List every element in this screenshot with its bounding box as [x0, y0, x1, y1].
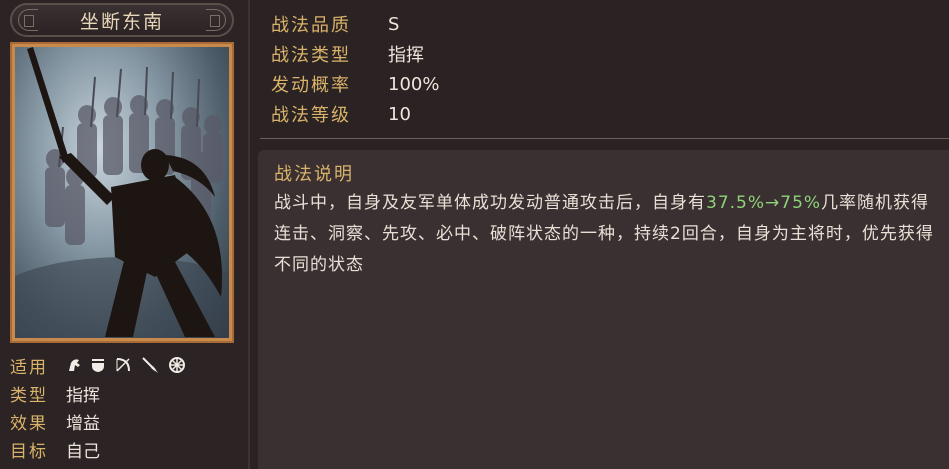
spear-icon: [142, 357, 158, 373]
skill-description-box: 战法说明 战斗中，自身及友军单体成功发动普通攻击后，自身有37.5%→75%几率…: [258, 150, 949, 469]
skill-name: 坐断东南: [79, 10, 164, 33]
category-label: 战法类型: [271, 45, 351, 66]
skill-quality-row: 战法品质 S: [271, 10, 399, 38]
skill-category-row: 战法类型 指挥: [271, 40, 424, 68]
warrior-silhouette-illustration: [15, 47, 229, 338]
effect-label: 效果: [10, 413, 48, 434]
siege-wheel-icon: [169, 357, 185, 373]
skill-card-art: [10, 42, 234, 343]
trigger-rate-row: 发动概率 100%: [271, 70, 439, 98]
section-divider: [260, 138, 949, 139]
type-label: 类型: [10, 385, 48, 406]
skill-type-row: 类型 指挥: [10, 380, 100, 406]
description-text-before: 战斗中，自身及友军单体成功发动普通攻击后，自身有: [274, 193, 706, 213]
applicable-label: 适用: [10, 357, 48, 378]
quality-label: 战法品质: [271, 15, 351, 36]
plate-ornament-left: [18, 9, 38, 31]
trigger-rate-label: 发动概率: [271, 75, 351, 96]
skill-effect-row: 效果 增益: [10, 408, 100, 434]
skill-level-row: 战法等级 10: [271, 100, 411, 128]
card-illustration: [15, 47, 229, 338]
target-label: 目标: [10, 441, 48, 462]
quality-value: S: [388, 13, 400, 35]
shield-infantry-icon: [92, 359, 104, 372]
skill-name-plate: 坐断东南: [10, 3, 234, 37]
cavalry-icon: [69, 359, 80, 371]
description-text: 战斗中，自身及友军单体成功发动普通攻击后，自身有37.5%→75%几率随机获得连…: [274, 188, 934, 281]
plate-ornament-right: [206, 9, 226, 31]
category-value: 指挥: [388, 45, 424, 66]
trigger-rate-value: 100%: [388, 73, 440, 95]
level-value: 10: [388, 103, 411, 125]
applicable-troops-row: 适用: [10, 352, 186, 378]
bow-icon: [116, 358, 130, 372]
effect-value: 增益: [66, 413, 100, 434]
target-value: 自己: [66, 441, 100, 462]
description-highlight-value: 37.5%→75%: [706, 193, 822, 213]
skill-card-panel: 坐断东南 适用 类型 指挥 效果 增益 目标 自己: [0, 0, 250, 469]
troop-type-icons: [66, 356, 186, 374]
description-title: 战法说明: [274, 164, 354, 185]
skill-target-row: 目标 自己: [10, 436, 100, 462]
level-label: 战法等级: [271, 105, 351, 126]
skill-detail-panel: 战法品质 S 战法类型 指挥 发动概率 100% 战法等级 10 战法说明 战斗…: [252, 0, 949, 469]
type-value: 指挥: [66, 385, 100, 406]
